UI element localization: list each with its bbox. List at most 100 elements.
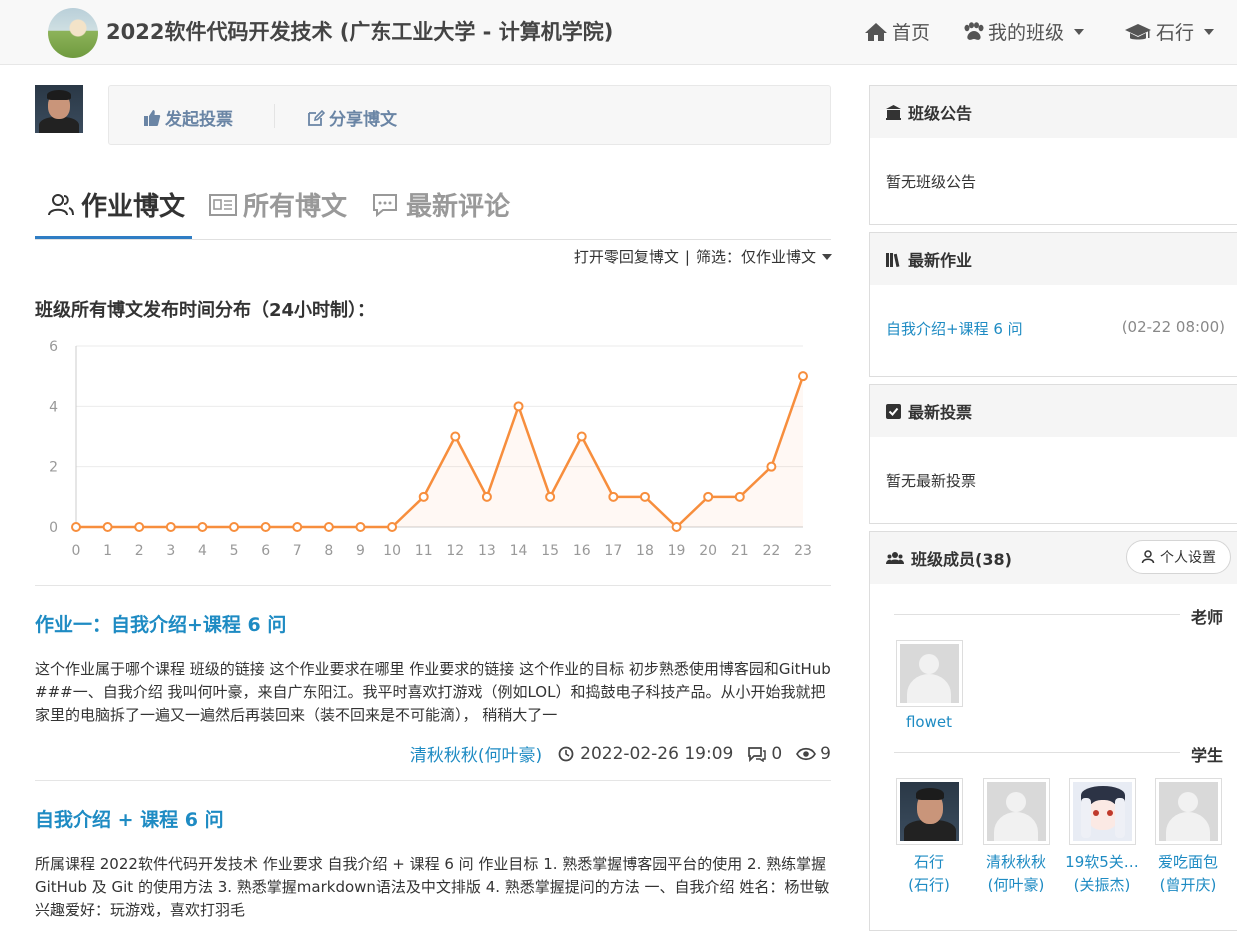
chart-data-point <box>229 522 240 532</box>
chart-x-tick-label: 11 <box>415 543 433 559</box>
member-name[interactable]: 19软5关… (关振杰) <box>1059 851 1145 897</box>
check-square-icon <box>886 403 901 419</box>
personal-settings-button[interactable]: 个人设置 <box>1126 540 1231 574</box>
filter-row: 打开零回复博文 | 筛选：仅作业博文 <box>574 246 832 267</box>
chart-x-tick-label: 23 <box>794 543 812 559</box>
chart-x-tick-label: 4 <box>198 543 207 559</box>
post-title[interactable]: 作业一：自我介绍+课程 6 问 <box>35 610 286 637</box>
member-display-name: 19软5关… <box>1065 853 1139 871</box>
member-name[interactable]: flowet <box>886 711 972 734</box>
homework-link[interactable]: 自我介绍+课程 6 问 <box>886 320 1023 338</box>
zero-reply-toggle[interactable]: 打开零回复博文 <box>574 246 679 267</box>
member-card[interactable]: flowet <box>886 640 972 734</box>
member-card[interactable]: 石行 (石行) <box>886 778 972 897</box>
member-card[interactable]: 19软5关… (关振杰) <box>1059 778 1145 897</box>
chart-y-tick-label: 4 <box>49 399 58 415</box>
start-vote-label: 发起投票 <box>165 110 233 130</box>
divider <box>274 104 275 128</box>
member-avatar[interactable] <box>895 778 963 845</box>
member-display-name: 清秋秋秋 <box>985 853 1046 871</box>
chart-data-point <box>197 522 208 532</box>
nav-my-class[interactable]: 我的班级 <box>962 18 1085 45</box>
chart-data-point <box>387 522 398 532</box>
divider <box>35 585 831 586</box>
chart-x-tick-label: 18 <box>636 543 654 559</box>
class-title[interactable]: 2022软件代码开发技术 (广东工业大学 - 计算机学院) <box>106 16 613 46</box>
tab-homework-label: 作业博文 <box>81 192 186 222</box>
post-author[interactable]: 清秋秋秋(何叶豪) <box>410 741 542 766</box>
comment-icon <box>748 746 767 762</box>
post-title[interactable]: 自我介绍 + 课程 6 问 <box>35 805 224 832</box>
chart-x-tick-label: 1 <box>103 543 112 559</box>
divider <box>35 780 831 781</box>
chart-x-tick-label: 16 <box>573 543 591 559</box>
class-logo[interactable] <box>48 8 98 58</box>
chart-x-tick-label: 2 <box>135 543 144 559</box>
chart-x-tick-label: 20 <box>699 543 717 559</box>
chart-data-point <box>260 522 271 532</box>
chart-y-tick-label: 0 <box>49 520 58 536</box>
top-navbar: 2022软件代码开发技术 (广东工业大学 - 计算机学院) 首页 我的班级 石行 <box>0 0 1237 65</box>
member-card[interactable]: 清秋秋秋 (何叶豪) <box>973 778 1059 897</box>
chart-data-point <box>545 491 556 502</box>
start-vote-button[interactable]: 发起投票 <box>143 105 233 130</box>
post-time: 2022-02-26 19:09 <box>580 743 734 764</box>
chart-x-tick-label: 8 <box>324 543 333 559</box>
chart-data-point <box>165 522 176 532</box>
post-summary: 所属课程 2022软件代码开发技术 作业要求 自我介绍 + 课程 6 问 作业目… <box>35 855 830 919</box>
member-display-name: 爱吃面包 <box>1157 853 1218 871</box>
chart-data-point <box>766 461 777 472</box>
share-post-label: 分享博文 <box>329 110 397 130</box>
member-avatar[interactable] <box>1154 778 1222 845</box>
member-name[interactable]: 爱吃面包 (曾开庆) <box>1145 851 1231 897</box>
member-avatar[interactable] <box>1068 778 1136 845</box>
divider <box>894 752 1180 753</box>
member-avatar[interactable] <box>982 778 1050 845</box>
members-panel: 班级成员(38) 个人设置 老师 flowet 学生 石行 (石行) 清秋秋秋 … <box>869 531 1237 931</box>
member-card[interactable]: 爱吃面包 (曾开庆) <box>1145 778 1231 897</box>
member-name[interactable]: 石行 (石行) <box>886 851 972 897</box>
chart-data-point <box>671 522 682 532</box>
chart-x-tick-label: 17 <box>604 543 622 559</box>
vote-title: 最新投票 <box>908 403 973 422</box>
graduation-cap-icon <box>1125 23 1151 39</box>
post-time-chart: 02460 1 2 3 4 5 6 7 8 9 10 11 12 13 14 15 16 17 18 19 20 21 22… <box>49 339 812 559</box>
chart-data-point <box>71 522 81 532</box>
member-avatar[interactable] <box>895 640 963 707</box>
teacher-group-label: 老师 <box>1191 608 1224 627</box>
share-post-button[interactable]: 分享博文 <box>307 105 397 130</box>
chart-data-point <box>323 522 334 532</box>
homework-title: 最新作业 <box>908 251 973 270</box>
tab-homework-posts[interactable]: 作业博文 <box>47 186 185 223</box>
chart-x-tick-label: 12 <box>446 543 464 559</box>
chart-x-tick-label: 22 <box>762 543 780 559</box>
chart-data-point <box>576 431 587 442</box>
member-name[interactable]: 清秋秋秋 (何叶豪) <box>973 851 1059 897</box>
chart-data-point <box>798 371 808 382</box>
chart-data-point <box>418 491 429 502</box>
notice-title: 班级公告 <box>908 104 973 123</box>
nav-user-menu[interactable]: 石行 <box>1124 18 1215 45</box>
nav-user-label: 石行 <box>1156 22 1195 44</box>
view-count: 9 <box>820 743 831 764</box>
users-icon <box>48 193 74 215</box>
chevron-down-icon[interactable] <box>822 253 832 260</box>
nav-home-label: 首页 <box>892 22 931 44</box>
my-avatar[interactable] <box>35 85 83 133</box>
tab-latest-comments[interactable]: 最新评论 <box>372 186 510 223</box>
post-summary: 这个作业属于哪个课程 班级的链接 这个作业要求在哪里 作业要求的链接 这个作业的… <box>35 660 831 724</box>
chart-x-tick-label: 14 <box>510 543 528 559</box>
chart-y-tick-label: 2 <box>49 460 58 476</box>
chart-x-tick-label: 10 <box>383 543 401 559</box>
chevron-down-icon <box>1204 28 1215 35</box>
tab-all-posts[interactable]: 所有博文 <box>209 186 347 223</box>
action-bar: 发起投票 分享博文 <box>108 85 831 145</box>
chart-data-point <box>639 491 650 502</box>
member-display-name: 石行 <box>913 853 944 871</box>
filter-dropdown[interactable]: 筛选：仅作业博文 <box>696 246 816 267</box>
clock-icon <box>558 746 574 761</box>
nav-my-class-label: 我的班级 <box>988 22 1065 44</box>
nav-home[interactable]: 首页 <box>864 18 930 45</box>
vote-panel: 最新投票 暂无最新投票 <box>869 384 1237 524</box>
chart-area-fill <box>76 376 803 527</box>
